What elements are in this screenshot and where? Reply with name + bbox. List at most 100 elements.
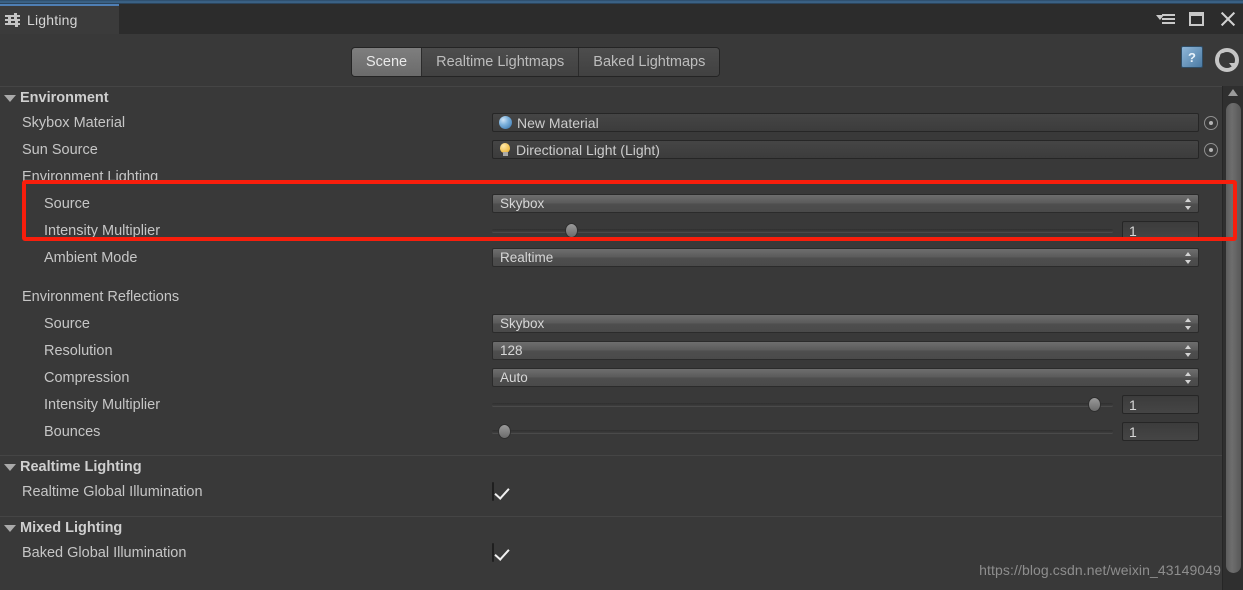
baked-gi-checkbox[interactable] [492, 542, 494, 562]
chevron-updown-icon [1185, 198, 1192, 211]
compression-field-area: Auto [492, 368, 1199, 387]
lighting-window: Lighting Scene Realtime Lightmaps Baked … [0, 0, 1243, 590]
sun-source-field-area: Directional Light (Light) [492, 140, 1218, 159]
foldout-arrow-icon[interactable] [4, 463, 16, 471]
env-reflections-source-value: Skybox [500, 316, 545, 331]
skybox-material-picker-button[interactable] [1204, 116, 1218, 130]
ambient-mode-value: Realtime [500, 250, 554, 265]
close-icon[interactable] [1219, 10, 1237, 28]
chevron-updown-icon [1185, 345, 1192, 358]
bounces-slider[interactable] [492, 422, 1113, 441]
scrollbar-thumb[interactable] [1226, 103, 1241, 573]
env-lighting-intensity-label: Intensity Multiplier [44, 222, 161, 239]
chevron-updown-icon [1185, 252, 1192, 265]
foldout-arrow-icon[interactable] [4, 524, 16, 532]
sun-source-label: Sun Source [22, 141, 98, 158]
section-header-mixed-lighting[interactable]: Mixed Lighting [0, 517, 1222, 539]
slider-thumb[interactable] [564, 223, 578, 238]
env-lighting-source-dropdown[interactable]: Skybox [492, 194, 1199, 213]
refl-intensity-value[interactable]: 1 [1122, 395, 1199, 414]
refl-intensity-slider[interactable] [492, 395, 1113, 414]
environment-reflections-group-label: Environment Reflections [22, 288, 180, 305]
window-titlebar: Lighting [0, 4, 1243, 34]
section-header-environment[interactable]: Environment [0, 87, 1222, 109]
watermark-text: https://blog.csdn.net/weixin_43149049 [979, 562, 1221, 578]
ambient-mode-field-area: Realtime [492, 248, 1199, 267]
chevron-updown-icon [1185, 372, 1192, 385]
row-env-lighting-intensity: Intensity Multiplier 1 [0, 217, 1222, 244]
baked-gi-field-area [492, 542, 1199, 562]
chevron-updown-icon [1185, 318, 1192, 331]
env-lighting-intensity-slider[interactable] [492, 221, 1113, 240]
refl-intensity-label: Intensity Multiplier [44, 396, 161, 413]
group-environment-reflections: Environment Reflections [0, 283, 1222, 310]
tab-baked-lightmaps[interactable]: Baked Lightmaps [579, 48, 720, 76]
row-compression: Compression Auto [0, 364, 1222, 391]
slider-thumb[interactable] [498, 424, 512, 439]
row-ambient-mode: Ambient Mode Realtime [0, 244, 1222, 271]
refl-intensity-field-area: 1 [492, 395, 1199, 414]
realtime-gi-checkbox[interactable] [492, 481, 494, 501]
row-env-lighting-source: Source Skybox [0, 190, 1222, 217]
ambient-mode-label: Ambient Mode [44, 249, 138, 266]
compression-value: Auto [500, 370, 528, 385]
env-lighting-intensity-value[interactable]: 1 [1122, 221, 1199, 240]
scroll-up-arrow-icon[interactable] [1228, 89, 1238, 96]
env-lighting-intensity-field-area: 1 [492, 221, 1199, 240]
light-bulb-icon [499, 143, 511, 156]
sun-source-picker-button[interactable] [1204, 143, 1218, 157]
tab-realtime-lightmaps[interactable]: Realtime Lightmaps [422, 48, 580, 76]
row-refl-intensity: Intensity Multiplier 1 [0, 391, 1222, 418]
skybox-material-object-field[interactable]: New Material [492, 113, 1199, 132]
bounces-field-area: 1 [492, 422, 1199, 441]
toolbar-right-icons: ? [1181, 46, 1239, 72]
maximize-icon[interactable] [1188, 10, 1206, 28]
slider-thumb[interactable] [1087, 397, 1101, 412]
tab-scene[interactable]: Scene [352, 48, 423, 76]
vertical-scrollbar[interactable] [1222, 86, 1243, 590]
row-env-reflections-source: Source Skybox [0, 310, 1222, 337]
skybox-material-label: Skybox Material [22, 114, 126, 131]
realtime-gi-label: Realtime Global Illumination [22, 483, 203, 500]
row-resolution: Resolution 128 [0, 337, 1222, 364]
skybox-material-field-area: New Material [492, 113, 1218, 132]
baked-gi-label: Baked Global Illumination [22, 544, 187, 561]
realtime-gi-field-area [492, 481, 1199, 501]
sun-source-object-field[interactable]: Directional Light (Light) [492, 140, 1199, 159]
group-environment-lighting: Environment Lighting [0, 163, 1222, 190]
env-reflections-source-field-area: Skybox [492, 314, 1199, 333]
ambient-mode-dropdown[interactable]: Realtime [492, 248, 1199, 267]
section-title: Environment [20, 90, 109, 106]
env-lighting-source-label: Source [44, 195, 90, 212]
bounces-label: Bounces [44, 423, 101, 440]
material-sphere-icon [499, 116, 512, 129]
window-controls [1156, 4, 1237, 34]
lighting-toolbar: Scene Realtime Lightmaps Baked Lightmaps… [0, 34, 1243, 86]
compression-dropdown[interactable]: Auto [492, 368, 1199, 387]
gear-icon[interactable] [1213, 46, 1239, 72]
lighting-settings-panel: Environment Skybox Material New Material… [0, 86, 1222, 590]
resolution-dropdown[interactable]: 128 [492, 341, 1199, 360]
foldout-arrow-icon[interactable] [4, 94, 16, 102]
help-book-icon[interactable]: ? [1181, 46, 1203, 68]
section-title: Realtime Lighting [20, 459, 142, 475]
env-lighting-source-value: Skybox [500, 196, 545, 211]
env-reflections-source-dropdown[interactable]: Skybox [492, 314, 1199, 333]
row-skybox-material: Skybox Material New Material [0, 109, 1222, 136]
row-realtime-gi: Realtime Global Illumination [0, 478, 1222, 505]
env-lighting-source-field-area: Skybox [492, 194, 1199, 213]
section-title: Mixed Lighting [20, 520, 123, 536]
window-tab-lighting[interactable]: Lighting [0, 4, 119, 34]
env-reflections-source-label: Source [44, 315, 90, 332]
row-sun-source: Sun Source Directional Light (Light) [0, 136, 1222, 163]
sun-source-value: Directional Light (Light) [516, 141, 660, 158]
sliders-icon [5, 13, 21, 27]
lightmap-tab-group: Scene Realtime Lightmaps Baked Lightmaps [352, 48, 720, 76]
bounces-value[interactable]: 1 [1122, 422, 1199, 441]
skybox-material-value: New Material [517, 114, 599, 131]
panel-menu-icon[interactable] [1156, 10, 1175, 28]
resolution-field-area: 128 [492, 341, 1199, 360]
section-header-realtime-lighting[interactable]: Realtime Lighting [0, 456, 1222, 478]
window-tab-label: Lighting [27, 12, 78, 28]
resolution-label: Resolution [44, 342, 113, 359]
